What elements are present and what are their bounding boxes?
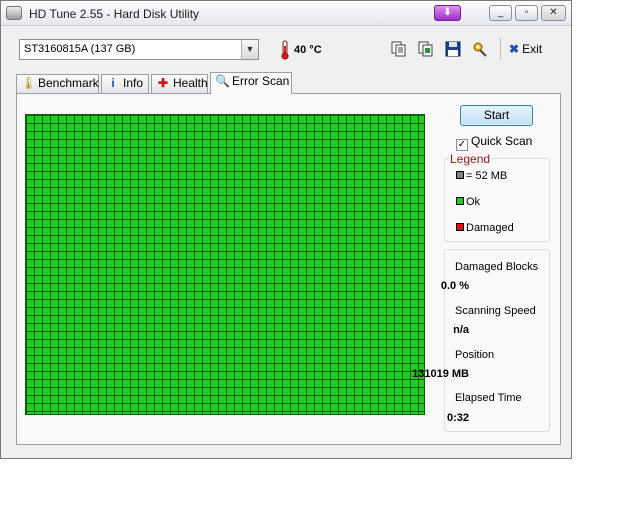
window-title: HD Tune 2.55 - Hard Disk Utility	[29, 7, 200, 21]
tab-info[interactable]: i Info	[101, 74, 149, 93]
thermometer-icon	[281, 40, 289, 60]
tab-info-label: Info	[123, 76, 144, 90]
legend-item-ok: Ok	[456, 196, 480, 208]
close-button[interactable]: ✕	[541, 5, 566, 21]
drive-select[interactable]: ST3160815A (137 GB) ▼	[19, 39, 259, 60]
red-swatch	[456, 223, 464, 231]
legend-title: Legend	[449, 152, 492, 166]
scanning-speed-value: n/a	[453, 324, 469, 336]
exit-icon: ✖	[509, 42, 520, 56]
quick-scan-label: Quick Scan	[471, 134, 533, 148]
stats-group	[444, 249, 550, 432]
position-value: 131019 MB	[412, 368, 469, 380]
app-window: HD Tune 2.55 - Hard Disk Utility ⬇ _ ▫ ✕…	[0, 0, 572, 459]
app-icon	[6, 6, 22, 20]
health-icon: ✚	[157, 76, 169, 90]
tab-error-scan-label: Error Scan	[232, 74, 290, 88]
drive-select-value: ST3160815A (137 GB)	[24, 43, 136, 55]
green-swatch	[456, 197, 464, 205]
legend-item-damaged: Damaged	[456, 222, 514, 234]
toolbar-separator	[500, 38, 501, 60]
tab-error-scan[interactable]: 🔍 Error Scan	[210, 72, 292, 94]
copy-text-icon[interactable]	[390, 40, 408, 58]
copy-screenshot-icon[interactable]	[417, 40, 435, 58]
legend-damaged-label: Damaged	[466, 222, 514, 234]
title-bar[interactable]: HD Tune 2.55 - Hard Disk Utility ⬇ _ ▫ ✕	[1, 1, 571, 26]
elapsed-time-label: Elapsed Time	[455, 392, 522, 404]
elapsed-time-value: 0:32	[446, 412, 469, 424]
legend-ok-label: Ok	[466, 196, 481, 208]
quick-scan-checkbox[interactable]: ✓	[456, 139, 468, 151]
tab-benchmark[interactable]: 🌡 Benchmark	[16, 74, 99, 93]
tab-health-label: Health	[173, 76, 208, 90]
position-label: Position	[455, 349, 495, 361]
legend-item-block-size: = 52 MB	[456, 170, 507, 182]
save-icon[interactable]	[444, 40, 462, 58]
quick-scan-option[interactable]: ✓ Quick Scan	[456, 134, 532, 151]
benchmark-icon: 🌡	[21, 76, 37, 90]
scanning-speed-label: Scanning Speed	[455, 305, 536, 317]
restore-button[interactable]: ▫	[515, 5, 538, 21]
options-icon[interactable]	[471, 40, 489, 58]
scan-block-map	[25, 114, 425, 415]
temperature-value: 40 °C	[294, 44, 322, 56]
gray-swatch	[456, 171, 464, 179]
legend-block-size-label: = 52 MB	[466, 170, 508, 182]
info-icon: i	[111, 76, 115, 90]
download-arrow-icon[interactable]: ⬇	[434, 5, 461, 21]
tab-health[interactable]: ✚ Health	[151, 74, 208, 93]
exit-label: Exit	[522, 42, 543, 56]
damaged-blocks-value: 0.0 %	[440, 280, 469, 292]
exit-button[interactable]: ✖ Exit	[509, 42, 542, 56]
minimize-button[interactable]: _	[489, 5, 512, 21]
start-button[interactable]: Start	[460, 105, 533, 126]
tab-benchmark-label: Benchmark	[38, 76, 99, 90]
error-scan-icon: 🔍	[215, 74, 230, 88]
damaged-blocks-label: Damaged Blocks	[455, 261, 539, 273]
chevron-down-icon[interactable]: ▼	[241, 40, 258, 59]
